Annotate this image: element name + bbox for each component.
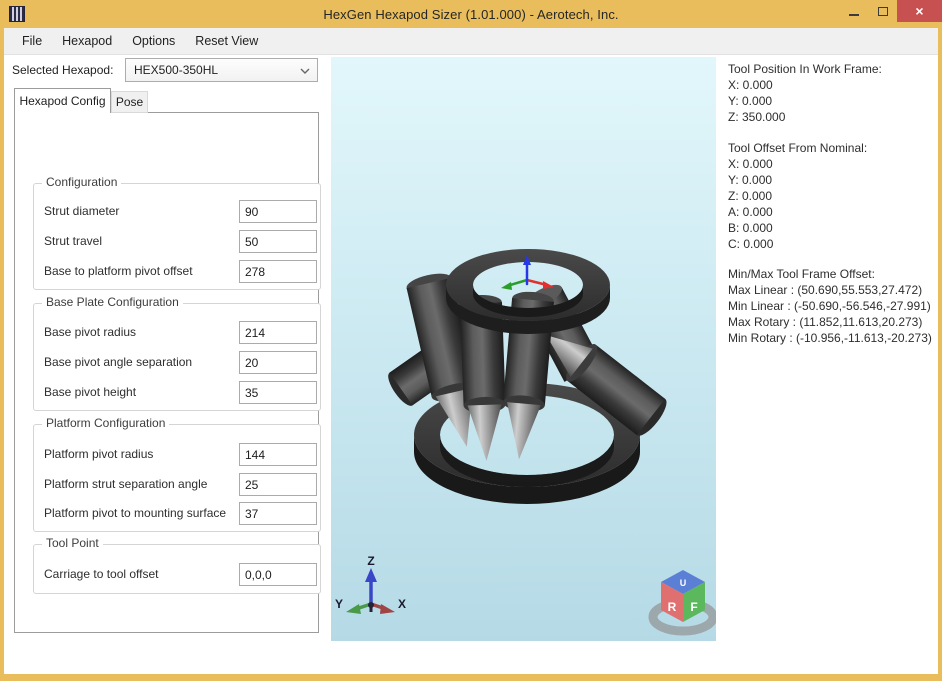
field-label: Platform strut separation angle <box>44 477 207 491</box>
base-platform-pivot-offset-input[interactable] <box>239 260 317 283</box>
selected-hexapod-label: Selected Hexapod: <box>12 63 113 77</box>
titlebar[interactable]: HexGen Hexapod Sizer (1.01.000) - Aerote… <box>0 0 942 28</box>
tool-offset-block: Tool Offset From Nominal: X: 0.000 Y: 0.… <box>728 140 938 252</box>
axis-label-z: Z <box>367 554 374 568</box>
menu-hexapod[interactable]: Hexapod <box>52 28 122 54</box>
readout-line: Z: 350.000 <box>728 109 938 125</box>
field-row: Base pivot height <box>34 381 320 405</box>
base-pivot-height-input[interactable] <box>239 381 317 404</box>
maximize-icon <box>878 7 888 16</box>
readout-line: X: 0.000 <box>728 156 938 172</box>
field-label: Platform pivot to mounting surface <box>44 506 226 520</box>
logo-letter-left: R <box>668 600 677 614</box>
maximize-button[interactable] <box>868 0 897 22</box>
readout-line: X: 0.000 <box>728 77 938 93</box>
field-row: Strut diameter <box>34 200 320 224</box>
close-icon: × <box>915 3 923 19</box>
logo-letter-right: F <box>690 600 697 614</box>
field-label: Strut diameter <box>44 204 119 218</box>
field-row: Platform pivot radius <box>34 443 320 467</box>
hexapod-model <box>384 249 672 504</box>
group-base-plate: Base Plate Configuration Base pivot radi… <box>33 303 321 411</box>
group-tool-point: Tool Point Carriage to tool offset <box>33 544 321 594</box>
tool-offset-title: Tool Offset From Nominal: <box>728 140 938 156</box>
readout-line: Min Linear : (-50.690,-56.546,-27.991) <box>728 298 938 314</box>
field-label: Base pivot height <box>44 385 136 399</box>
menu-options[interactable]: Options <box>122 28 185 54</box>
readout-line: Max Rotary : (11.852,11.613,20.273) <box>728 314 938 330</box>
field-row: Base to platform pivot offset <box>34 260 320 284</box>
readout-panel: Tool Position In Work Frame: X: 0.000 Y:… <box>728 61 938 346</box>
readout-line: Max Linear : (50.690,55.553,27.472) <box>728 282 938 298</box>
field-row: Strut travel <box>34 230 320 254</box>
readout-line: Y: 0.000 <box>728 172 938 188</box>
group-title: Base Plate Configuration <box>42 295 183 309</box>
group-title: Platform Configuration <box>42 416 169 430</box>
group-title: Tool Point <box>42 536 103 550</box>
field-label: Strut travel <box>44 234 102 248</box>
base-pivot-angle-separation-input[interactable] <box>239 351 317 374</box>
minmax-block: Min/Max Tool Frame Offset: Max Linear : … <box>728 266 938 346</box>
window-title: HexGen Hexapod Sizer (1.01.000) - Aerote… <box>0 7 942 22</box>
group-title: Configuration <box>42 175 121 189</box>
field-row: Platform strut separation angle <box>34 473 320 497</box>
field-row: Base pivot radius <box>34 321 320 345</box>
strut-diameter-input[interactable] <box>239 200 317 223</box>
app-window: HexGen Hexapod Sizer (1.01.000) - Aerote… <box>0 0 942 681</box>
readout-line: A: 0.000 <box>728 204 938 220</box>
field-row: Platform pivot to mounting surface <box>34 502 320 526</box>
content-area: Selected Hexapod: HEX500-350HL Hexapod C… <box>4 55 938 674</box>
hexapod-3d-scene: Z Y X U R F <box>331 57 716 641</box>
world-axis-triad: Z Y X <box>335 554 406 614</box>
tool-position-title: Tool Position In Work Frame: <box>728 61 938 77</box>
field-label: Base pivot angle separation <box>44 355 192 369</box>
app-icon <box>9 6 25 22</box>
minimize-icon <box>849 14 859 16</box>
platform-strut-separation-angle-input[interactable] <box>239 473 317 496</box>
axis-label-y: Y <box>335 597 343 611</box>
platform-pivot-radius-input[interactable] <box>239 443 317 466</box>
group-configuration: Configuration Strut diameter Strut trave… <box>33 183 321 290</box>
hexapod-select[interactable]: HEX500-350HL <box>125 58 318 82</box>
carriage-tool-offset-input[interactable] <box>239 563 317 586</box>
minmax-title: Min/Max Tool Frame Offset: <box>728 266 938 282</box>
tab-pose[interactable]: Pose <box>111 91 148 113</box>
field-label: Base to platform pivot offset <box>44 264 193 278</box>
field-row: Base pivot angle separation <box>34 351 320 375</box>
engine-logo: U R F <box>653 570 713 631</box>
menubar: File Hexapod Options Reset View <box>4 28 938 55</box>
tool-position-block: Tool Position In Work Frame: X: 0.000 Y:… <box>728 61 938 125</box>
strut-travel-input[interactable] <box>239 230 317 253</box>
field-row: Carriage to tool offset <box>34 563 320 587</box>
tab-hexapod-config[interactable]: Hexapod Config <box>14 88 111 113</box>
group-platform: Platform Configuration Platform pivot ra… <box>33 424 321 532</box>
menu-reset-view[interactable]: Reset View <box>185 28 268 54</box>
field-label: Carriage to tool offset <box>44 567 159 581</box>
field-label: Base pivot radius <box>44 325 136 339</box>
readout-line: Y: 0.000 <box>728 93 938 109</box>
hexapod-select-value: HEX500-350HL <box>134 63 218 77</box>
axis-label-x: X <box>398 597 406 611</box>
logo-letter-top: U <box>680 578 687 588</box>
minimize-button[interactable] <box>839 0 868 22</box>
menu-file[interactable]: File <box>12 28 52 54</box>
close-button[interactable]: × <box>897 0 942 22</box>
readout-line: B: 0.000 <box>728 220 938 236</box>
base-pivot-radius-input[interactable] <box>239 321 317 344</box>
platform-pivot-mounting-surface-input[interactable] <box>239 502 317 525</box>
readout-line: C: 0.000 <box>728 236 938 252</box>
viewport-3d[interactable]: Z Y X U R F <box>331 57 716 641</box>
field-label: Platform pivot radius <box>44 447 153 461</box>
readout-line: Min Rotary : (-10.956,-11.613,-20.273) <box>728 330 938 346</box>
chevron-down-icon <box>300 68 310 74</box>
readout-line: Z: 0.000 <box>728 188 938 204</box>
hexapod-config-panel: Configuration Strut diameter Strut trave… <box>14 112 319 633</box>
